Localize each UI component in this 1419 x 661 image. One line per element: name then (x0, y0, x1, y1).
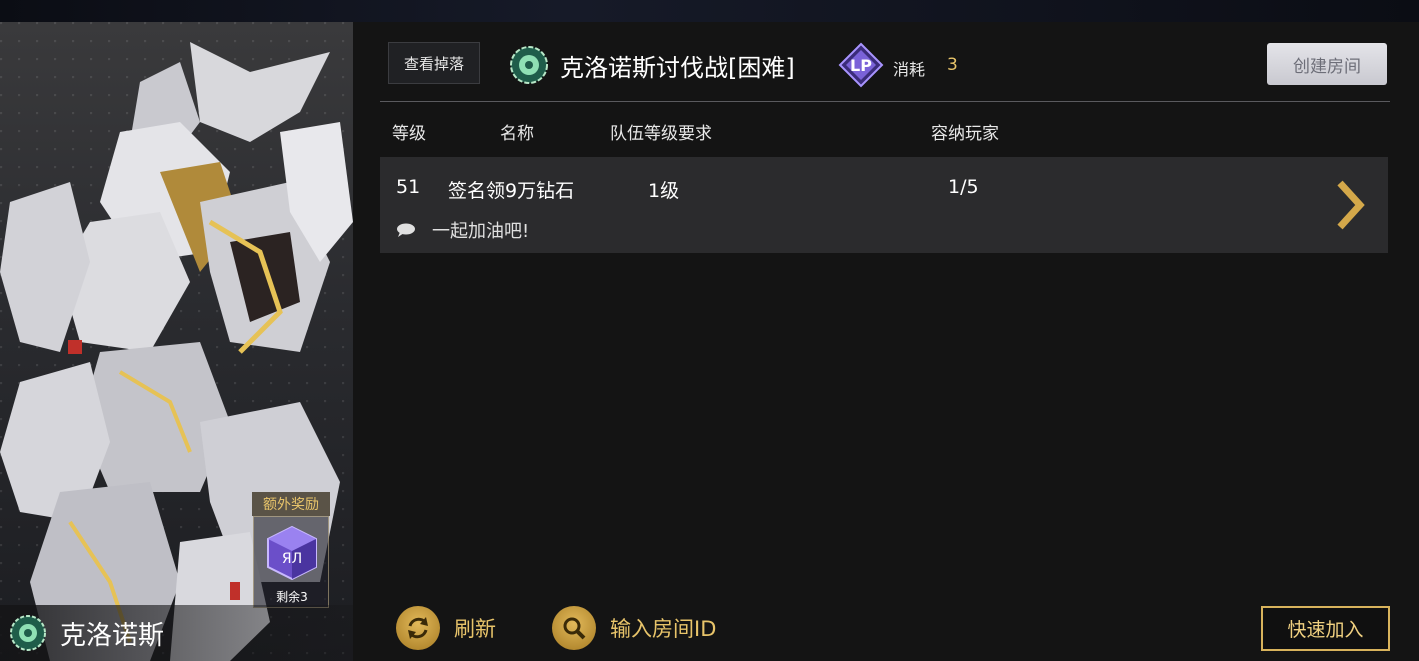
extra-reward-remaining: 剩余3 (276, 590, 308, 604)
room-list-row[interactable]: 51 签名领9万钻石 1级 1/5 一起加油吧! (380, 157, 1388, 253)
boss-name: 克洛诺斯 (60, 620, 165, 651)
boss-name-bar: 克洛诺斯 (0, 605, 353, 661)
header-divider (380, 101, 1390, 102)
cost-label: 消耗 (893, 60, 926, 79)
refresh-label: 刷新 (454, 617, 496, 641)
quick-join-button[interactable]: 快速加入 (1261, 606, 1390, 651)
enter-room-id-label: 输入房间ID (610, 617, 717, 641)
mission-title: 克洛诺斯讨伐战[困难] (560, 54, 795, 82)
mission-emblem-icon (510, 46, 548, 84)
reward-cube-icon: ЯЛ (267, 525, 317, 581)
column-header-name: 名称 (500, 124, 534, 144)
refresh-button[interactable]: 刷新 (396, 604, 496, 652)
search-icon (552, 606, 596, 650)
boss-portrait-panel: 额外奖励 ЯЛ 剩余3 克洛诺斯 (0, 22, 353, 661)
extra-reward-badge[interactable]: 额外奖励 ЯЛ 剩余3 (252, 492, 330, 610)
column-header-level: 等级 (392, 124, 426, 144)
room-team-level: 1级 (648, 180, 680, 202)
stamina-cost-icon: LP (838, 42, 884, 88)
refresh-icon (396, 606, 440, 650)
extra-reward-title: 额外奖励 (252, 492, 330, 516)
view-drops-button[interactable]: 查看掉落 (388, 42, 480, 84)
room-players: 1/5 (948, 176, 979, 198)
column-header-team-level: 队伍等级要求 (610, 124, 712, 144)
boss-emblem-icon (10, 615, 46, 651)
svg-text:ЯЛ: ЯЛ (282, 551, 302, 567)
room-message: 一起加油吧! (432, 221, 530, 242)
top-status-bar (0, 0, 1419, 22)
room-level: 51 (396, 176, 421, 198)
chat-bubble-icon (397, 223, 415, 237)
enter-room-id-button[interactable]: 输入房间ID (552, 604, 716, 652)
chevron-right-icon[interactable] (1334, 179, 1366, 231)
svg-text:LP: LP (850, 56, 872, 75)
create-room-button[interactable]: 创建房间 (1267, 43, 1387, 85)
extra-reward-box: ЯЛ 剩余3 (253, 516, 329, 608)
cost-value: 3 (947, 55, 958, 75)
room-name: 签名领9万钻石 (448, 180, 575, 202)
column-header-capacity: 容纳玩家 (931, 124, 999, 144)
